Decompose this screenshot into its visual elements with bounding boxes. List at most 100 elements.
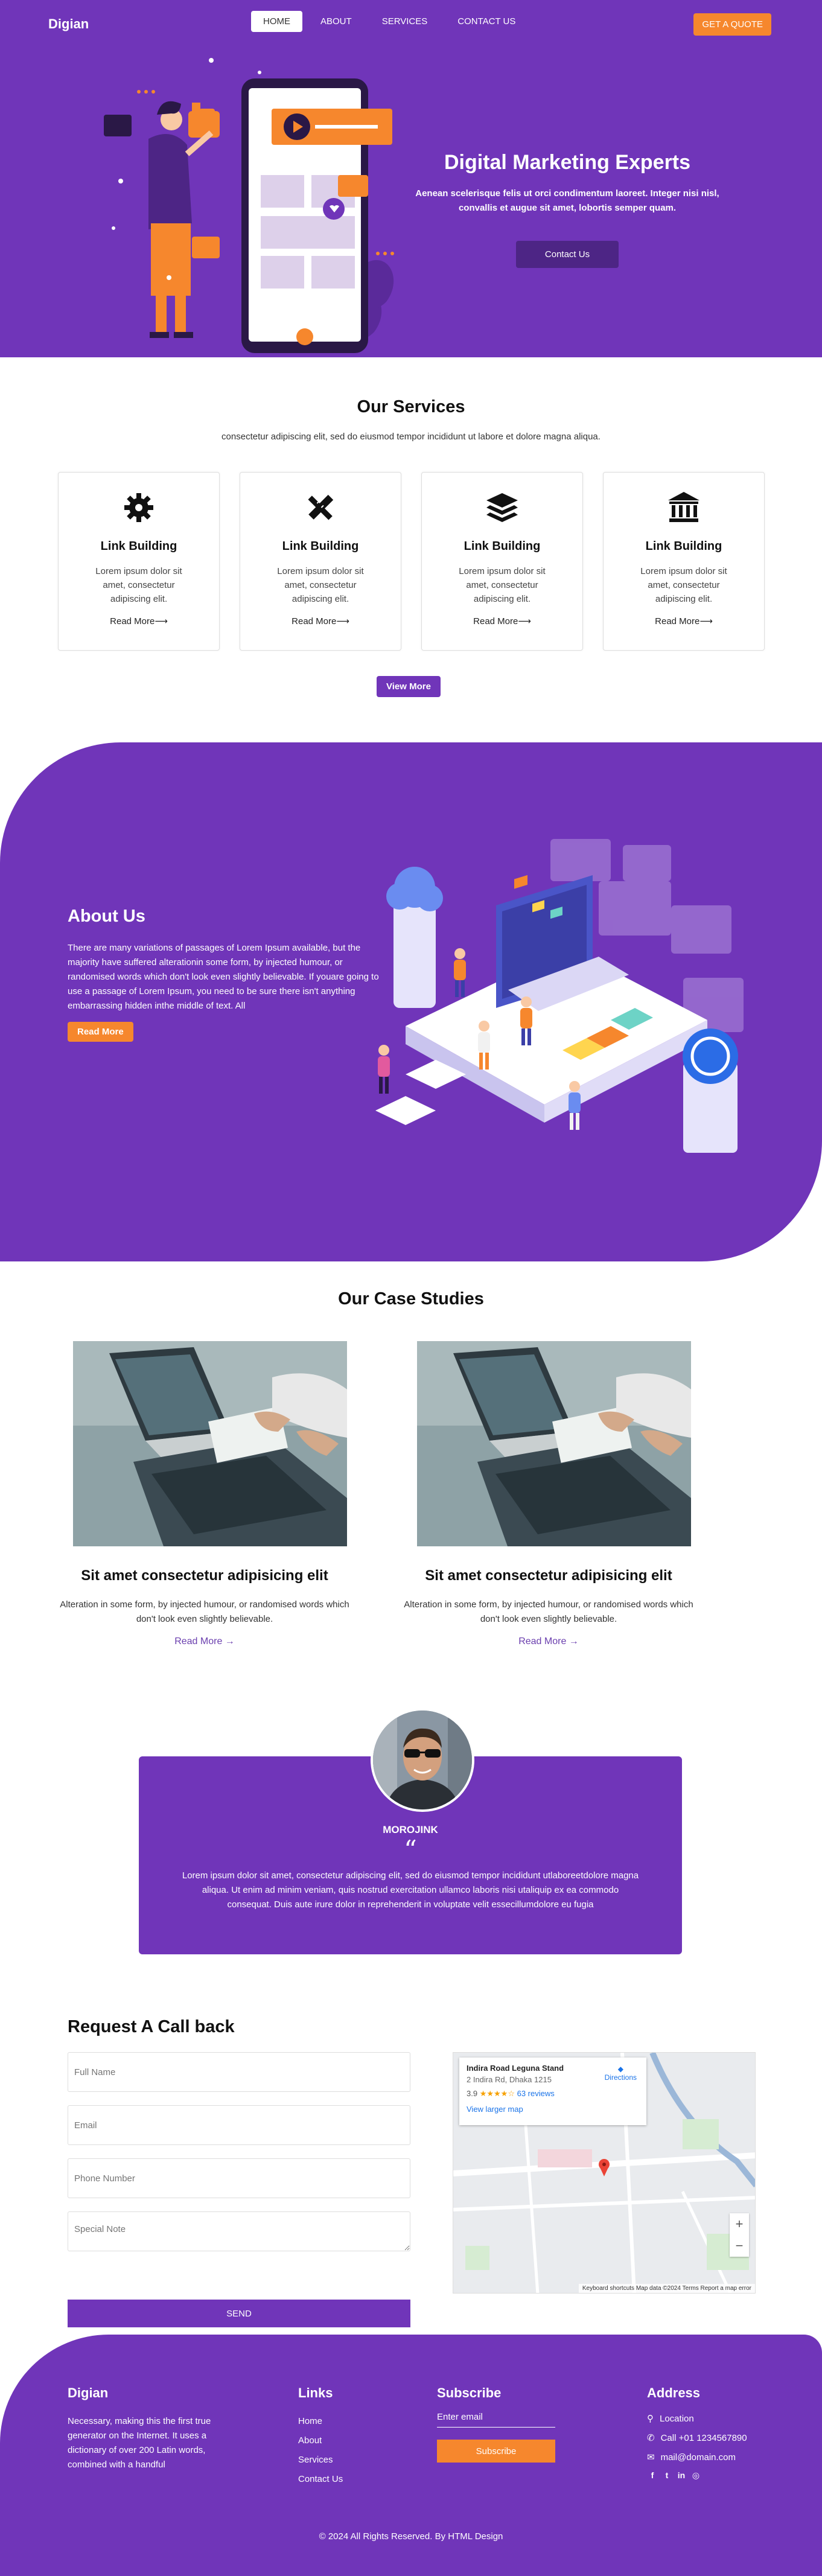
directions-button[interactable]: ◆ Directions (605, 2065, 637, 2082)
mail-icon: ✉ (647, 2452, 655, 2463)
service-card-title: Link Building (282, 540, 359, 553)
arrow-right-icon: ⟶ (699, 616, 713, 626)
nav-contact[interactable]: CONTACT US (445, 11, 527, 32)
about-text: There are many variations of passages of… (68, 943, 379, 1011)
arrow-right-icon: ⟶ (518, 616, 531, 626)
about-illustration (375, 839, 744, 1153)
callback-title: Request A Call back (68, 2017, 235, 2036)
service-card: Link Building Lorem ipsum dolor sit amet… (421, 472, 583, 651)
zoom-out-button[interactable]: − (730, 2235, 749, 2257)
avatar (371, 1708, 474, 1812)
phone-input[interactable] (68, 2158, 410, 2198)
nav-menu: HOME ABOUT SERVICES CONTACT US (251, 11, 527, 32)
brand-logo[interactable]: Digian (48, 16, 89, 32)
service-card: Link Building Lorem ipsum dolor sit amet… (240, 472, 401, 651)
arrow-right-icon: ⟶ (155, 616, 168, 626)
footer-brand-text: Necessary, making this the first true ge… (68, 2416, 211, 2470)
footer-links-column: Links Home About Services Contact Us (298, 2385, 343, 2489)
footer-address-title: Address (647, 2385, 701, 2400)
hero-section: Digian HOME ABOUT SERVICES CONTACT US GE… (0, 0, 822, 357)
footer: Digian Necessary, making this the first … (0, 2335, 822, 2576)
footer-brand-column: Digian Necessary, making this the first … (68, 2385, 218, 2472)
hero-title: Digital Marketing Experts (444, 151, 691, 174)
map-reviews-link[interactable]: 63 reviews (517, 2089, 555, 2098)
special-note-textarea[interactable] (68, 2211, 410, 2251)
callback-section: Request A Call back SEND Indira Road Leg… (0, 1997, 822, 2335)
footer-link-contact[interactable]: Contact Us (298, 2470, 343, 2489)
twitter-icon[interactable]: t (661, 2470, 672, 2481)
footer-link-home[interactable]: Home (298, 2412, 343, 2431)
service-card: Link Building Lorem ipsum dolor sit amet… (603, 472, 765, 651)
map-embed[interactable]: Indira Road Leguna Stand 2 Indira Rd, Dh… (453, 2052, 756, 2294)
services-title: Our Services (357, 397, 465, 416)
map-zoom-controls[interactable]: + − (730, 2213, 749, 2257)
nav-about[interactable]: ABOUT (308, 11, 364, 32)
read-more-link[interactable]: Read More⟶ (240, 616, 401, 626)
full-name-input[interactable] (68, 2052, 410, 2092)
read-more-link[interactable]: Read More⟶ (422, 616, 582, 626)
map-rating: 3.9 ★★★★☆ 63 reviews (467, 2089, 555, 2098)
services-section: Our Services consectetur adipiscing elit… (0, 357, 822, 742)
testimonial-name: MOROJINK (383, 1824, 438, 1835)
hero-content: Digital Marketing Experts Aenean sceleri… (410, 151, 724, 268)
footer-subscribe-title: Subscribe (437, 2385, 502, 2400)
subscribe-button[interactable]: Subscribe (437, 2440, 555, 2463)
read-more-link[interactable]: Read More⟶ (604, 616, 764, 626)
services-subtitle: consectetur adipiscing elit, sed do eius… (221, 432, 601, 442)
subscribe-email-input[interactable] (437, 2412, 555, 2428)
service-card-text: Lorem ipsum dolor sit amet, consectetur … (95, 566, 182, 604)
about-section: About Us There are many variations of pa… (0, 742, 822, 1261)
case-study-title: Sit amet consectetur adipisicing elit (425, 1567, 672, 1584)
case-study-text: Alteration in some form, by injected hum… (60, 1599, 349, 1624)
map-attribution: Keyboard shortcuts Map data ©2024 Terms … (578, 2284, 755, 2293)
nav-home[interactable]: HOME (251, 11, 302, 32)
footer-link-about[interactable]: About (298, 2431, 343, 2450)
case-study-title: Sit amet consectetur adipisicing elit (81, 1567, 328, 1584)
about-title: About Us (68, 907, 145, 926)
email-input[interactable] (68, 2105, 410, 2145)
arrow-right-icon: → (569, 1636, 579, 1647)
case-studies-section: Our Case Studies Sit amet consectetur ad… (0, 1261, 822, 1708)
zoom-in-button[interactable]: + (730, 2213, 749, 2235)
location-pin-icon: ⚲ (647, 2414, 654, 2424)
instagram-icon[interactable]: ◎ (690, 2470, 701, 2481)
service-card-text: Lorem ipsum dolor sit amet, consectetur … (277, 566, 364, 604)
pencil-ruler-icon (308, 494, 334, 520)
about-content: About Us There are many variations of pa… (68, 907, 381, 1042)
read-more-link[interactable]: Read More⟶ (59, 616, 219, 626)
case-study-image (73, 1341, 347, 1546)
arrow-right-icon: ⟶ (336, 616, 349, 626)
service-cards: Link Building Lorem ipsum dolor sit amet… (58, 472, 765, 651)
view-more-button[interactable]: View More (377, 676, 441, 697)
service-card-text: Lorem ipsum dolor sit amet, consectetur … (640, 566, 727, 604)
social-links: f t in ◎ (647, 2470, 747, 2481)
contact-us-button[interactable]: Contact Us (515, 241, 619, 268)
service-card-title: Link Building (645, 540, 722, 553)
linkedin-icon[interactable]: in (676, 2470, 687, 2481)
footer-phone[interactable]: ✆ Call +01 1234567890 (647, 2432, 747, 2444)
service-card-title: Link Building (100, 540, 177, 553)
service-card: Link Building Lorem ipsum dolor sit amet… (58, 472, 220, 651)
read-more-button[interactable]: Read More (68, 1022, 133, 1042)
case-study-read-more[interactable]: Read More → (57, 1636, 352, 1647)
footer-subscribe-column: Subscribe Subscribe (437, 2385, 555, 2463)
service-card-title: Link Building (464, 540, 541, 553)
case-study-read-more[interactable]: Read More → (401, 1636, 696, 1647)
hero-illustration (104, 58, 394, 353)
map-place-card: Indira Road Leguna Stand 2 Indira Rd, Dh… (459, 2058, 646, 2125)
footer-link-services[interactable]: Services (298, 2450, 343, 2470)
testimonial-section: MOROJINK “ Lorem ipsum dolor sit amet, c… (0, 1708, 822, 1997)
footer-address-column: Address ⚲ Location ✆ Call +01 1234567890 ✉… (647, 2385, 747, 2481)
gear-icon (124, 493, 153, 522)
case-study-card: Sit amet consectetur adipisicing elit Al… (401, 1341, 696, 1647)
view-larger-map-link[interactable]: View larger map (467, 2105, 639, 2114)
send-button[interactable]: SEND (68, 2300, 410, 2327)
hero-subtitle: Aenean scelerisque felis ut orci condime… (415, 188, 719, 213)
get-quote-button[interactable]: GET A QUOTE (693, 13, 771, 36)
footer-mail[interactable]: ✉ mail@domain.com (647, 2452, 747, 2463)
layers-icon (486, 493, 518, 522)
facebook-icon[interactable]: f (647, 2470, 658, 2481)
nav-services[interactable]: SERVICES (370, 11, 440, 32)
case-studies-title: Our Case Studies (338, 1289, 484, 1309)
testimonial-text: Lorem ipsum dolor sit amet, consectetur … (182, 1870, 639, 1910)
